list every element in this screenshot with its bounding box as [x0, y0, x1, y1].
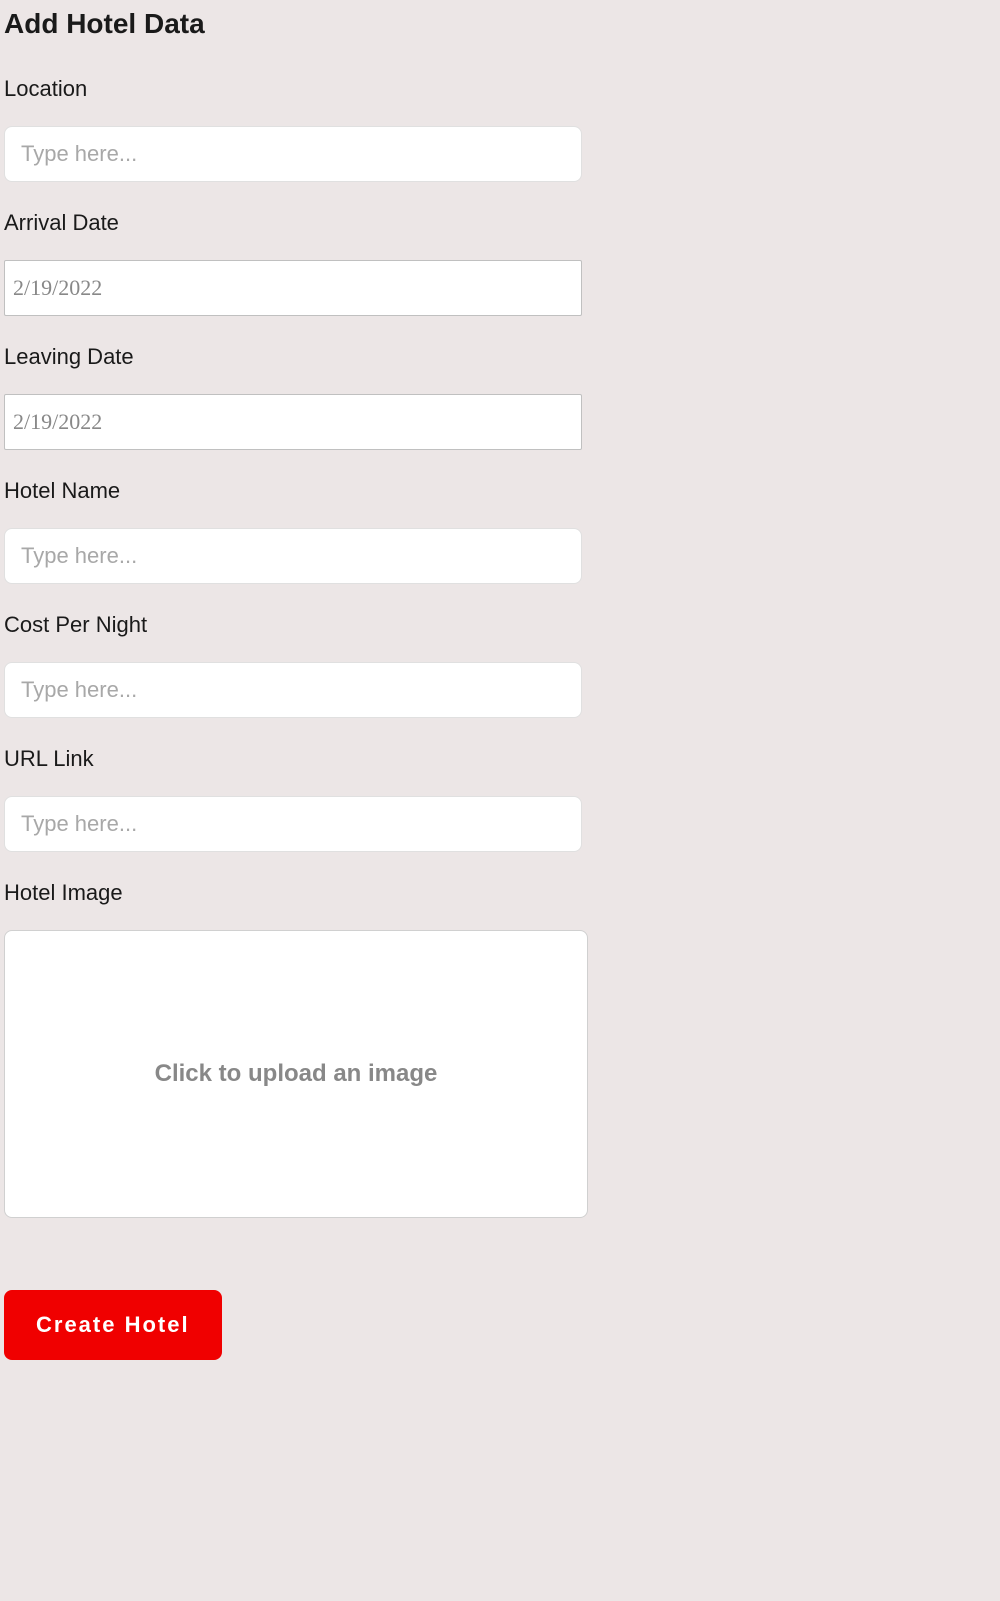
location-input[interactable]: [4, 126, 582, 182]
url-label: URL Link: [4, 746, 996, 772]
leaving-date-input[interactable]: [4, 394, 582, 450]
image-upload-box[interactable]: Click to upload an image: [4, 930, 588, 1218]
cost-input[interactable]: [4, 662, 582, 718]
leaving-date-label: Leaving Date: [4, 344, 996, 370]
page-title: Add Hotel Data: [4, 8, 996, 40]
hotel-name-input[interactable]: [4, 528, 582, 584]
arrival-date-label: Arrival Date: [4, 210, 996, 236]
cost-label: Cost Per Night: [4, 612, 996, 638]
create-hotel-button[interactable]: Create Hotel: [4, 1290, 222, 1360]
upload-text: Click to upload an image: [155, 1060, 438, 1088]
url-input[interactable]: [4, 796, 582, 852]
arrival-date-input[interactable]: [4, 260, 582, 316]
hotel-name-label: Hotel Name: [4, 478, 996, 504]
location-label: Location: [4, 76, 996, 102]
hotel-image-label: Hotel Image: [4, 880, 996, 906]
